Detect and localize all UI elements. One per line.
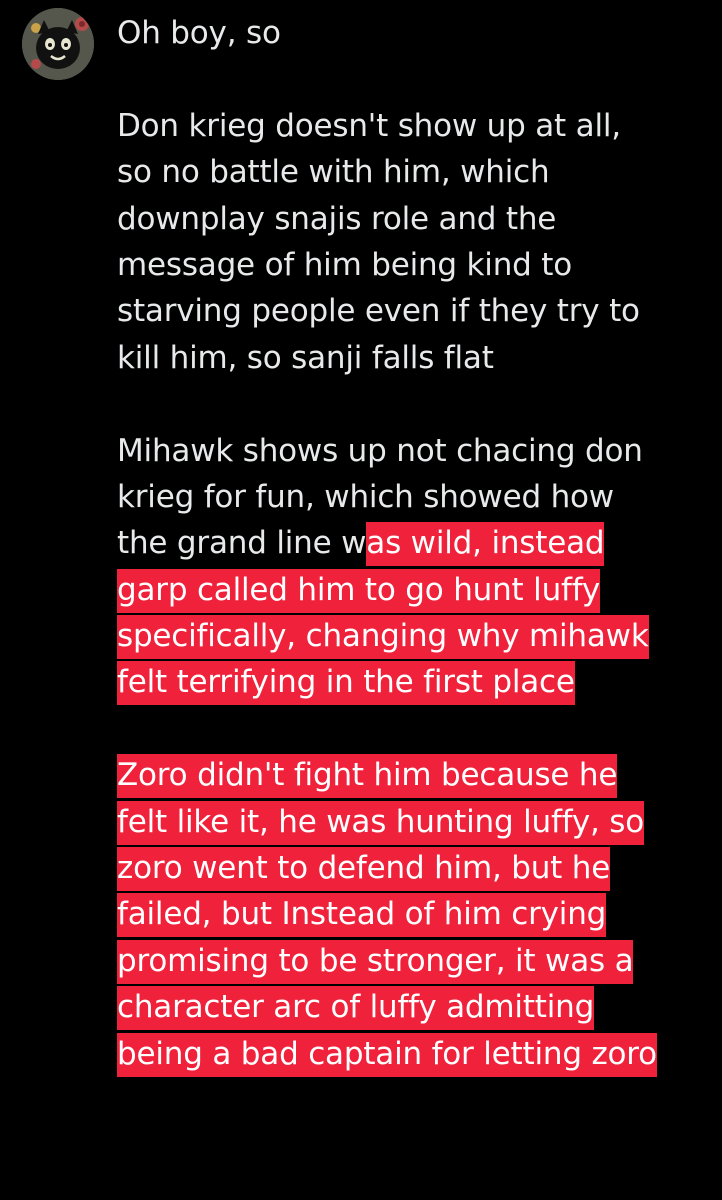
post-text-line: Mihawk shows up not chacing don — [117, 428, 717, 474]
highlighted-text: felt terrifying in the first place — [117, 661, 575, 706]
text-segment: downplay snajis role and the — [117, 200, 557, 237]
avatar-character-icon — [22, 8, 94, 80]
post-text-line: downplay snajis role and the — [117, 196, 717, 242]
post-text-line: Oh boy, so — [117, 10, 717, 56]
post-text-line: zoro went to defend him, but he — [117, 845, 717, 892]
highlighted-text: felt like it, he was hunting luffy, so — [117, 800, 644, 845]
post-text-line: felt like it, he was hunting luffy, so — [117, 799, 717, 845]
text-segment: kill him, so sanji falls flat — [117, 339, 494, 376]
highlighted-text: being a bad captain for letting zoro — [117, 1032, 657, 1077]
post-text-line: the grand line was wild, instead — [117, 520, 717, 567]
post-text-line: Zoro didn't fight him because he — [117, 752, 717, 799]
post-text-line: felt terrifying in the first place — [117, 659, 717, 706]
text-segment: krieg for fun, which showed how — [117, 478, 614, 515]
post-text-line: kill him, so sanji falls flat — [117, 335, 717, 381]
post-text-line: being a bad captain for letting zoro — [117, 1031, 717, 1077]
post-text-line: failed, but Instead of him crying — [117, 891, 717, 938]
highlighted-text: failed, but Instead of him crying — [117, 893, 606, 938]
text-segment: Mihawk shows up not chacing don — [117, 432, 643, 469]
post-text-line: message of him being kind to — [117, 242, 717, 288]
text-segment: the grand line w — [117, 525, 367, 562]
post-text-line: specifically, changing why mihawk — [117, 613, 717, 660]
text-segment: Don krieg doesn't show up at all, — [117, 107, 621, 144]
highlighted-text: specifically, changing why mihawk — [117, 615, 649, 660]
text-segment: Oh boy, so — [117, 15, 281, 51]
highlighted-text: as wild, instead — [366, 522, 605, 567]
text-segment: starving people even if they try to — [117, 293, 640, 330]
highlighted-text: Zoro didn't fight him because he — [117, 754, 617, 799]
highlighted-text: promising to be stronger, it was a — [117, 939, 634, 984]
avatar[interactable] — [22, 8, 94, 80]
text-segment: message of him being kind to — [117, 246, 573, 283]
post-text-line: promising to be stronger, it was a — [117, 938, 717, 984]
post-text-line: garp called him to go hunt luffy — [117, 567, 717, 613]
highlighted-text: garp called him to go hunt luffy — [117, 568, 600, 613]
highlighted-text: character arc of luffy admitting — [117, 986, 594, 1031]
highlighted-text: zoro went to defend him, but he — [117, 847, 610, 892]
post-text-line: so no battle with him, which — [117, 149, 717, 195]
post-text-line: starving people even if they try to — [117, 288, 717, 334]
text-segment: so no battle with him, which — [117, 154, 550, 191]
post-text-line: krieg for fun, which showed how — [117, 474, 717, 520]
post-text-line: character arc of luffy admitting — [117, 984, 717, 1031]
post-text: Oh boy, so Don krieg doesn't show up at a… — [117, 10, 717, 1077]
post-text-line: Don krieg doesn't show up at all, — [117, 103, 717, 149]
